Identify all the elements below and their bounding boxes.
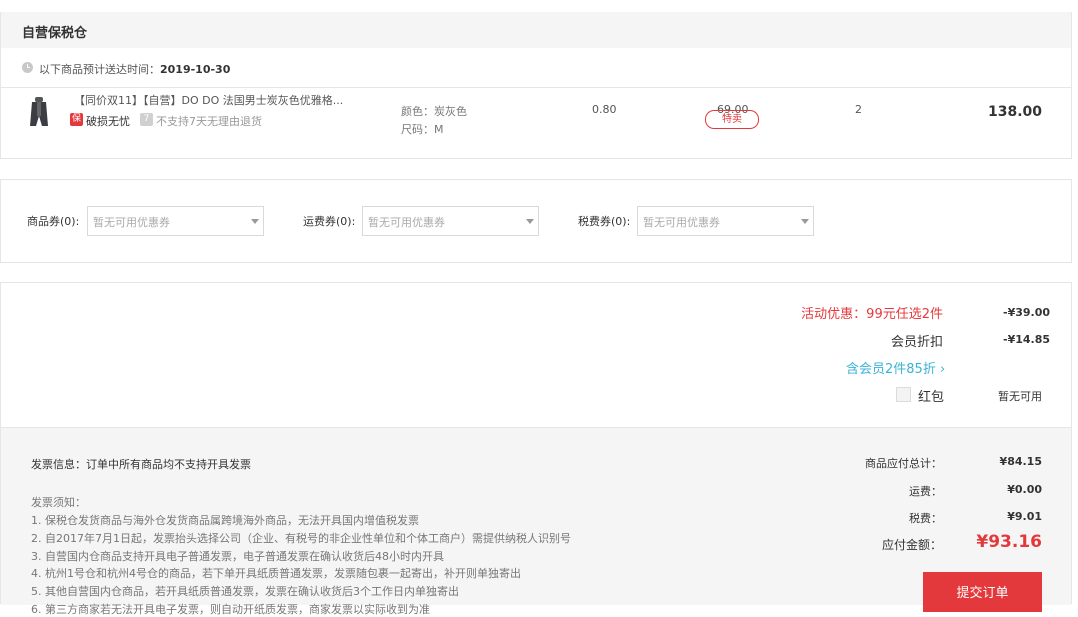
tax-value: ¥9.01 xyxy=(1007,510,1042,523)
clock-icon xyxy=(22,62,33,73)
shipping-label: 运费： xyxy=(909,485,942,498)
member-discount-label: 会员折扣 xyxy=(890,335,943,350)
goods-coupon-value: 暂无可用优惠券 xyxy=(93,216,170,229)
goods-total-label: 商品应付总计： xyxy=(865,457,942,470)
shipping-value: ¥0.00 xyxy=(1007,483,1042,496)
redpacket-value: 暂无可用 xyxy=(998,390,1042,403)
goods-total-value: ¥84.15 xyxy=(999,455,1042,468)
invoice-info: 发票信息：订单中所有商品均不支持开具发票 xyxy=(31,458,251,471)
invoice-notice-line: 6. 第三方商家若无法开具电子发票，则自动开纸质发票，商家发票以实际收到为准 xyxy=(31,603,430,616)
quantity: 2 xyxy=(855,103,862,116)
invoice-notice-title: 发票须知： xyxy=(31,496,86,509)
tax-coupon-label: 税费券(0): xyxy=(578,215,631,228)
product-name-link[interactable]: 【同价双11】【自营】DO DO 法国男士炭灰色优雅格... xyxy=(74,92,343,108)
total-value: ¥93.16 xyxy=(976,532,1042,552)
member-discount-amount: -¥14.85 xyxy=(1003,333,1051,346)
no-return-icon: 7 xyxy=(140,113,153,126)
chevron-right-icon: › xyxy=(939,362,946,377)
chevron-down-icon xyxy=(801,219,809,224)
delivery-date: 2019-10-30 xyxy=(160,63,231,76)
warehouse-title: 自营保税仓 xyxy=(22,26,88,41)
shipping-coupon-label: 运费券(0): xyxy=(303,215,356,228)
tax-coupon-select[interactable]: 暂无可用优惠券 xyxy=(637,206,814,236)
warehouse-header: 自营保税仓 xyxy=(1,12,1071,48)
shipping-coupon-select[interactable]: 暂无可用优惠券 xyxy=(362,206,539,236)
goods-coupon-select[interactable]: 暂无可用优惠券 xyxy=(87,206,264,236)
promo-label: 活动优惠：99元任选2件 xyxy=(801,307,943,322)
coupon-section: 商品券(0): 暂无可用优惠券 运费券(0): 暂无可用优惠券 税费券(0): … xyxy=(0,179,1072,263)
checkout-summary-section: 活动优惠：99元任选2件 -¥39.00 会员折扣 -¥14.85 含会员2件8… xyxy=(0,282,1072,616)
item-subtotal: 138.00 xyxy=(988,104,1043,120)
redpacket-checkbox[interactable] xyxy=(896,387,911,402)
redpacket-label: 红包 xyxy=(918,390,945,405)
member-link-text: 含会员2件85折 xyxy=(846,362,936,377)
invoice-notice-line: 5. 其他自营国内仓商品，若开具纸质普通发票，发票在确认收货后3个工作日内单独寄… xyxy=(31,585,459,598)
invoice-notice-line: 1. 保税仓发货商品与海外仓发货商品属跨境海外商品，无法开具国内增值税发票 xyxy=(31,514,419,527)
order-items-section: 自营保税仓 以下商品预计送达时间：2019-10-30 xyxy=(0,12,1072,159)
goods-coupon-label: 商品券(0): xyxy=(27,215,80,228)
product-size: 尺码：M xyxy=(401,123,444,136)
delivery-label-text: 以下商品预计送达时间： xyxy=(39,63,160,76)
tax-coupon-value: 暂无可用优惠券 xyxy=(643,216,720,229)
tax-rate: 0.80 xyxy=(592,103,617,116)
sale-badge: 特卖 xyxy=(705,110,759,129)
submit-order-button[interactable]: 提交订单 xyxy=(923,572,1042,612)
product-color: 颜色：炭灰色 xyxy=(401,105,467,118)
chevron-down-icon xyxy=(526,219,534,224)
member-discount-link[interactable]: 含会员2件85折 › xyxy=(846,358,945,377)
tax-label: 税费： xyxy=(909,512,942,525)
delivery-row: 以下商品预计送达时间：2019-10-30 xyxy=(1,49,1071,88)
invoice-and-total-panel: 发票信息：订单中所有商品均不支持开具发票 发票须知： 1. 保税仓发货商品与海外… xyxy=(1,427,1071,616)
total-label: 应付金额： xyxy=(881,538,942,552)
collar-shape xyxy=(35,97,43,102)
product-thumbnail[interactable] xyxy=(28,96,50,130)
damage-protection-icon: 保 xyxy=(70,113,83,126)
coat-placket xyxy=(37,102,41,116)
invoice-notice-line: 3. 自营国内仓商品支持开具电子普通发票，电子普通发票在确认收货后48小时内开具 xyxy=(31,550,444,563)
invoice-notice-line: 4. 杭州1号仓和杭州4号仓的商品，若下单开具纸质普通发票，发票随包裹一起寄出，… xyxy=(31,567,521,580)
shipping-coupon-value: 暂无可用优惠券 xyxy=(368,216,445,229)
no-return-text: 不支持7天无理由退货 xyxy=(156,115,262,128)
promo-amount: -¥39.00 xyxy=(1003,306,1051,319)
invoice-notice-line: 2. 自2017年7月1日起，发票抬头选择公司（企业、有税号的非企业性单位和个体… xyxy=(31,532,571,545)
chevron-down-icon xyxy=(251,219,259,224)
damage-protection-text: 破损无忧 xyxy=(86,115,130,128)
delivery-label: 以下商品预计送达时间：2019-10-30 xyxy=(39,61,230,77)
